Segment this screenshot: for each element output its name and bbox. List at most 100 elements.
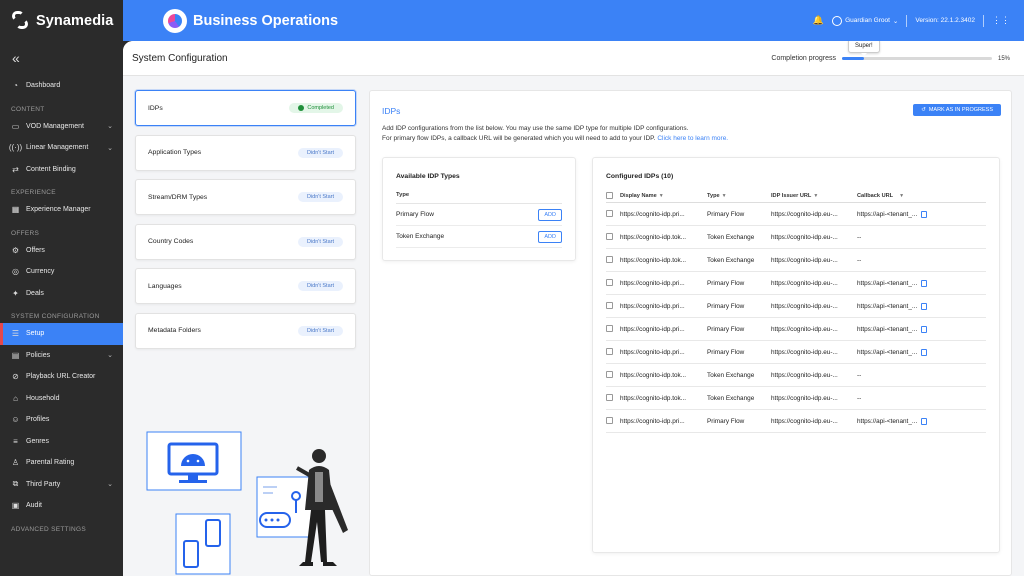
- row-checkbox[interactable]: [606, 393, 613, 401]
- cell-display-name: https://cognito-idp.pri...: [620, 417, 685, 425]
- configured-idps-table: Display Name ▼ Type ▼ IDP Issuer URL ▼ Call…: [606, 190, 986, 433]
- grid-menu-icon[interactable]: ⋮⋮: [992, 15, 1010, 26]
- learn-more-link[interactable]: Click here to learn more.: [657, 135, 728, 142]
- sidebar-section-label: OFFERS: [11, 229, 40, 237]
- sidebar-item-deals[interactable]: ✦ Deals: [0, 283, 123, 305]
- cell-callback-url: https://api-<tenant_...: [857, 302, 986, 310]
- callback-url-text: https://api-<tenant_...: [857, 417, 918, 425]
- cell-callback-url: --: [857, 234, 986, 241]
- row-checkbox[interactable]: [606, 370, 613, 378]
- cell-display-name: https://cognito-idp.tok...: [620, 394, 687, 402]
- progress-percent: 15%: [997, 55, 1010, 62]
- sidebar-item-content-binding[interactable]: ⇄ Content Binding: [0, 159, 123, 181]
- row-select-cell: [606, 209, 620, 219]
- step-label: Country Codes: [148, 238, 194, 245]
- row-checkbox[interactable]: [606, 416, 613, 424]
- sidebar-item-label: Experience Manager: [26, 206, 91, 214]
- sidebar-item-vod-management[interactable]: ▭ VOD Management ⌄: [0, 116, 123, 138]
- sidebar-item-policies[interactable]: ▤ Policies ⌄: [0, 345, 123, 367]
- sidebar: Synamedia « ◔ Dashboard CONTENT ▭ VOD Manage…: [0, 0, 123, 576]
- row-checkbox[interactable]: [606, 278, 613, 286]
- step-card-metadata-folders[interactable]: Metadata Folders Didn't Start: [135, 312, 356, 349]
- sidebar-item-audit[interactable]: ▣ Audit: [0, 495, 123, 517]
- sidebar-item-household[interactable]: ⌂ Household: [0, 388, 123, 410]
- cell-callback-url: https://api-<tenant_...: [857, 348, 986, 356]
- status-text: Completed: [307, 105, 334, 111]
- table-row[interactable]: https://cognito-idp.tok... Token Exchange…: [606, 249, 986, 272]
- step-card-languages[interactable]: Languages Didn't Start: [135, 268, 356, 304]
- sidebar-item-third-party[interactable]: ⧉ Third Party ⌄: [0, 474, 123, 496]
- row-select-cell: [606, 232, 620, 242]
- row-checkbox[interactable]: [606, 255, 613, 263]
- sidebar-item-linear-management[interactable]: ((·)) Linear Management ⌄: [0, 137, 123, 159]
- step-card-country-codes[interactable]: Country Codes Didn't Start: [135, 223, 356, 260]
- row-checkbox[interactable]: [606, 209, 613, 217]
- copy-icon[interactable]: [921, 348, 928, 356]
- callback-url-text: https://api-<tenant_...: [857, 302, 918, 310]
- step-label: Metadata Folders: [148, 327, 201, 334]
- table-row[interactable]: https://cognito-idp.tok... Token Exchange…: [606, 387, 986, 410]
- sidebar-item-playback-url-creator[interactable]: ⊘ Playback URL Creator: [0, 366, 123, 388]
- copy-icon[interactable]: [921, 417, 928, 425]
- cell-issuer-url: https://cognito-idp.eu-...: [771, 371, 838, 379]
- row-checkbox[interactable]: [606, 324, 613, 332]
- add-idp-button[interactable]: ADD: [538, 208, 562, 221]
- cell-type: Token Exchange: [707, 233, 755, 241]
- copy-icon[interactable]: [921, 210, 928, 218]
- header-display-name[interactable]: Display Name ▼: [620, 193, 707, 199]
- sidebar-item-setup[interactable]: ☰ Setup: [0, 323, 123, 345]
- row-checkbox[interactable]: [606, 232, 613, 240]
- sidebar-item-experience-manager[interactable]: ▦ Experience Manager: [0, 199, 123, 221]
- audit-icon: ▣: [11, 501, 20, 511]
- broadcast-icon: ((·)): [8, 143, 23, 153]
- collapse-sidebar-icon[interactable]: «: [0, 41, 123, 75]
- sidebar-item-parental-rating[interactable]: ♙ Parental Rating: [0, 452, 123, 474]
- table-row[interactable]: https://cognito-idp.pri... Primary Flow ht…: [606, 295, 986, 318]
- table-row[interactable]: https://cognito-idp.pri... Primary Flow ht…: [606, 410, 986, 433]
- mark-in-progress-button[interactable]: ↺ MARK AS IN PROGRESS: [913, 104, 1001, 116]
- sidebar-item-profiles[interactable]: ☺ Profiles: [0, 409, 123, 431]
- header-issuer-url[interactable]: IDP Issuer URL ▼: [771, 193, 857, 199]
- table-row[interactable]: https://cognito-idp.pri... Primary Flow ht…: [606, 272, 986, 295]
- row-checkbox[interactable]: [606, 347, 613, 355]
- sidebar-section-label: ADVANCED SETTINGS: [11, 525, 87, 533]
- header-callback-url[interactable]: Callback URL ▼: [857, 193, 986, 199]
- status-badge: Didn't Start: [297, 236, 343, 247]
- available-idp-row: Primary Flow ADD: [396, 204, 562, 226]
- sidebar-item-offers[interactable]: ⚙ Offers: [0, 240, 123, 262]
- copy-icon[interactable]: [921, 325, 928, 333]
- select-all-checkbox[interactable]: [606, 191, 613, 199]
- brand-name: Synamedia: [36, 12, 114, 29]
- step-card-stream-drm-types[interactable]: Stream/DRM Types Didn't Start: [135, 179, 356, 215]
- sidebar-item-dashboard[interactable]: ◔ Dashboard: [0, 75, 123, 97]
- table-row[interactable]: https://cognito-idp.tok... Token Exchange…: [606, 364, 986, 387]
- table-row[interactable]: https://cognito-idp.pri... Primary Flow ht…: [606, 341, 986, 364]
- cell-issuer-url: https://cognito-idp.eu-...: [771, 394, 838, 402]
- currency-icon: ◎: [12, 267, 19, 277]
- cell-type: Primary Flow: [707, 325, 745, 333]
- app-logo-icon: [163, 8, 187, 33]
- status-text: Didn't Start: [306, 194, 334, 200]
- sidebar-item-currency[interactable]: ◎ Currency: [0, 261, 123, 283]
- header-type[interactable]: Type ▼: [707, 193, 771, 199]
- step-card-application-types[interactable]: Application Types Didn't Start: [135, 134, 356, 171]
- idp-desc-line1: Add IDP configurations from the list bel…: [382, 125, 689, 132]
- table-row[interactable]: https://cognito-idp.pri... Primary Flow ht…: [606, 318, 986, 341]
- user-menu[interactable]: Guardian Groot ⌄: [832, 15, 898, 26]
- row-checkbox[interactable]: [606, 301, 613, 309]
- brand[interactable]: Synamedia: [0, 0, 123, 41]
- row-select-cell: [606, 301, 620, 311]
- available-idp-row: Token Exchange ADD: [396, 226, 562, 248]
- table-row[interactable]: https://cognito-idp.tok... Token Exchange…: [606, 226, 986, 249]
- add-idp-button[interactable]: ADD: [538, 230, 562, 243]
- bell-icon[interactable]: 🔔: [813, 15, 824, 26]
- page-header: System Configuration Completion progress…: [123, 41, 1024, 76]
- sidebar-item-label: Policies: [26, 351, 51, 359]
- copy-icon[interactable]: [921, 302, 928, 310]
- sidebar-item-genres[interactable]: ≡ Genres: [0, 431, 123, 453]
- step-card-idps[interactable]: IDPs Completed: [135, 90, 356, 126]
- divider: [983, 14, 984, 27]
- idp-type-name: Primary Flow: [396, 211, 434, 218]
- copy-icon[interactable]: [921, 279, 928, 287]
- table-row[interactable]: https://cognito-idp.pri... Primary Flow ht…: [606, 203, 986, 226]
